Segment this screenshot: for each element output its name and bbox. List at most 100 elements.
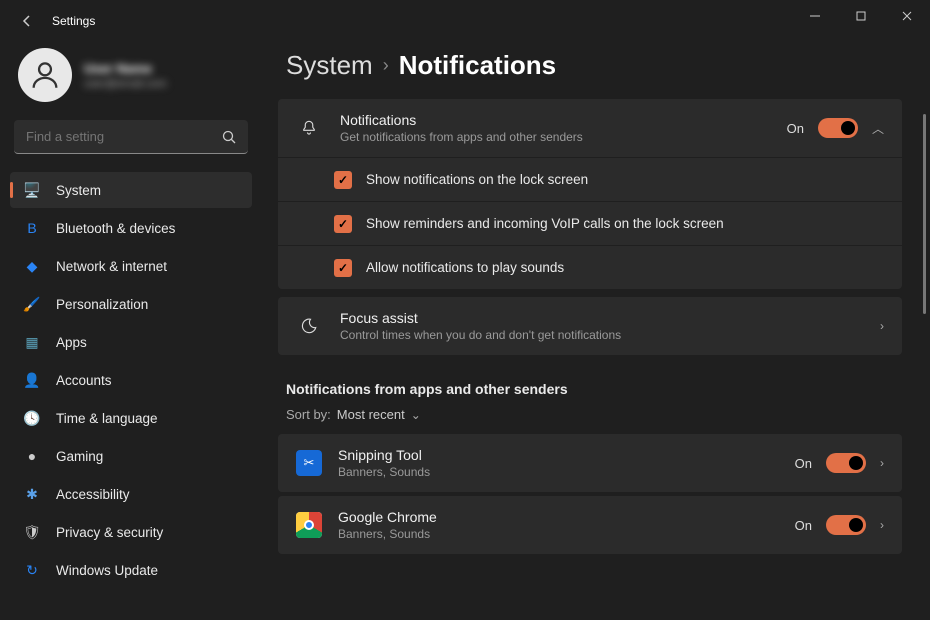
settings-window: Settings User Name user@email.com 🖥️S: [0, 0, 930, 620]
sidebar-item-windows-update[interactable]: ↻ Windows Update: [10, 552, 252, 588]
profile-text: User Name user@email.com: [84, 61, 167, 90]
notifications-title: Notifications: [340, 112, 787, 128]
sidebar: User Name user@email.com 🖥️ System B Blueto…: [0, 42, 262, 620]
notification-option-row[interactable]: ✓Show notifications on the lock screen: [278, 157, 902, 201]
search-icon: [222, 130, 236, 144]
sidebar-item-system[interactable]: 🖥️ System: [10, 172, 252, 208]
arrow-left-icon: [20, 14, 34, 28]
focus-subtitle: Control times when you do and don't get …: [340, 328, 880, 342]
sidebar-item-label: System: [56, 183, 101, 198]
search-input[interactable]: [26, 129, 222, 144]
chevron-right-icon: ›: [880, 319, 884, 333]
checkbox-label: Allow notifications to play sounds: [366, 260, 564, 275]
moon-icon: [296, 317, 322, 335]
app-name: Google Chrome: [338, 509, 795, 525]
app-sub: Banners, Sounds: [338, 527, 795, 541]
checkbox[interactable]: ✓: [334, 259, 352, 277]
minimize-icon: [810, 11, 820, 21]
sidebar-item-label: Privacy & security: [56, 525, 163, 540]
paintbrush-icon: 🖌️: [22, 294, 42, 314]
sidebar-item-accessibility[interactable]: ✱ Accessibility: [10, 476, 252, 512]
sort-label: Sort by:: [286, 407, 331, 422]
close-button[interactable]: [884, 0, 930, 32]
window-title: Settings: [52, 14, 95, 28]
notifications-toggle[interactable]: [818, 118, 858, 138]
notifications-card: Notifications Get notifications from app…: [278, 99, 902, 289]
sidebar-item-label: Personalization: [56, 297, 148, 312]
sidebar-item-bluetooth-devices[interactable]: B Bluetooth & devices: [10, 210, 252, 246]
search-box[interactable]: [14, 120, 248, 154]
breadcrumb-current: Notifications: [399, 50, 556, 81]
focus-title: Focus assist: [340, 310, 880, 326]
app-row[interactable]: Google Chrome Banners, Sounds On ›: [278, 496, 902, 554]
body: User Name user@email.com 🖥️ System B Blueto…: [0, 42, 930, 620]
sidebar-item-label: Windows Update: [56, 563, 158, 578]
display-icon: 🖥️: [22, 180, 42, 200]
nav-list: 🖥️ System B Bluetooth & devices ◆Network & i…: [10, 172, 252, 588]
sidebar-item-label: Gaming: [56, 449, 103, 464]
avatar: [18, 48, 72, 102]
app-toggle-label: On: [795, 518, 812, 533]
update-icon: ↻: [22, 560, 42, 580]
sort-value: Most recent: [337, 407, 405, 422]
back-button[interactable]: [14, 8, 40, 34]
shield-icon: 🛡: [22, 522, 42, 542]
chevron-right-icon: ›: [880, 456, 884, 470]
apps-icon: ▦: [22, 332, 42, 352]
chevron-down-icon: ⌄: [411, 408, 421, 422]
main-content: System › Notifications Notifications Get…: [262, 42, 930, 620]
profile-name: User Name: [84, 61, 167, 76]
notifications-row[interactable]: Notifications Get notifications from app…: [278, 99, 902, 157]
sidebar-item-network-internet[interactable]: ◆Network & internet: [10, 248, 252, 284]
app-row[interactable]: ✂ Snipping Tool Banners, Sounds On ›: [278, 434, 902, 492]
maximize-icon: [856, 11, 866, 21]
sidebar-item-label: Accessibility: [56, 487, 130, 502]
sidebar-item-label: Network & internet: [56, 259, 167, 274]
app-name: Snipping Tool: [338, 447, 795, 463]
maximize-button[interactable]: [838, 0, 884, 32]
checkbox[interactable]: ✓: [334, 171, 352, 189]
sidebar-item-label: Time & language: [56, 411, 158, 426]
accessibility-icon: ✱: [22, 484, 42, 504]
notifications-toggle-label: On: [787, 121, 804, 136]
checkbox-label: Show reminders and incoming VoIP calls o…: [366, 216, 724, 231]
notifications-subtitle: Get notifications from apps and other se…: [340, 130, 787, 144]
chevron-up-icon[interactable]: ︿: [872, 120, 884, 137]
close-icon: [902, 11, 912, 21]
breadcrumb-parent[interactable]: System: [286, 50, 373, 81]
minimize-button[interactable]: [792, 0, 838, 32]
chevron-right-icon: ›: [383, 55, 389, 76]
profile-email: user@email.com: [84, 78, 167, 90]
titlebar: Settings: [0, 0, 930, 42]
scrollbar[interactable]: [923, 114, 926, 314]
app-toggle[interactable]: [826, 515, 866, 535]
notification-option-row[interactable]: ✓ Show reminders and incoming VoIP calls …: [278, 201, 902, 245]
sidebar-item-apps[interactable]: ▦ Apps: [10, 324, 252, 360]
sidebar-item-accounts[interactable]: 👤 Accounts: [10, 362, 252, 398]
app-notification-card: ✂ Snipping Tool Banners, Sounds On ›: [278, 434, 902, 492]
app-notification-card: Google Chrome Banners, Sounds On ›: [278, 496, 902, 554]
profile[interactable]: User Name user@email.com: [10, 42, 252, 120]
sidebar-item-privacy-security[interactable]: 🛡 Privacy & security: [10, 514, 252, 550]
notification-option-row[interactable]: ✓ Allow notifications to play sounds: [278, 245, 902, 289]
bell-icon: [296, 119, 322, 137]
sidebar-item-gaming[interactable]: ● Gaming: [10, 438, 252, 474]
checkbox[interactable]: ✓: [334, 215, 352, 233]
focus-assist-row[interactable]: Focus assist Control times when you do a…: [278, 297, 902, 355]
app-icon: [296, 512, 322, 538]
apps-section-title: Notifications from apps and other sender…: [278, 359, 902, 403]
sidebar-item-personalization[interactable]: 🖌️ Personalization: [10, 286, 252, 322]
sidebar-item-time-language[interactable]: 🕓 Time & language: [10, 400, 252, 436]
app-icon: ✂: [296, 450, 322, 476]
bluetooth-icon: B: [22, 218, 42, 238]
chevron-right-icon: ›: [880, 518, 884, 532]
person-icon: 👤: [22, 370, 42, 390]
app-sub: Banners, Sounds: [338, 465, 795, 479]
gamepad-icon: ●: [22, 446, 42, 466]
sidebar-item-label: Accounts: [56, 373, 112, 388]
sidebar-item-label: Apps: [56, 335, 87, 350]
sidebar-item-label: Bluetooth & devices: [56, 221, 175, 236]
app-toggle[interactable]: [826, 453, 866, 473]
clock-icon: 🕓: [22, 408, 42, 428]
sort-control[interactable]: Sort by: Most recent ⌄: [278, 403, 902, 434]
